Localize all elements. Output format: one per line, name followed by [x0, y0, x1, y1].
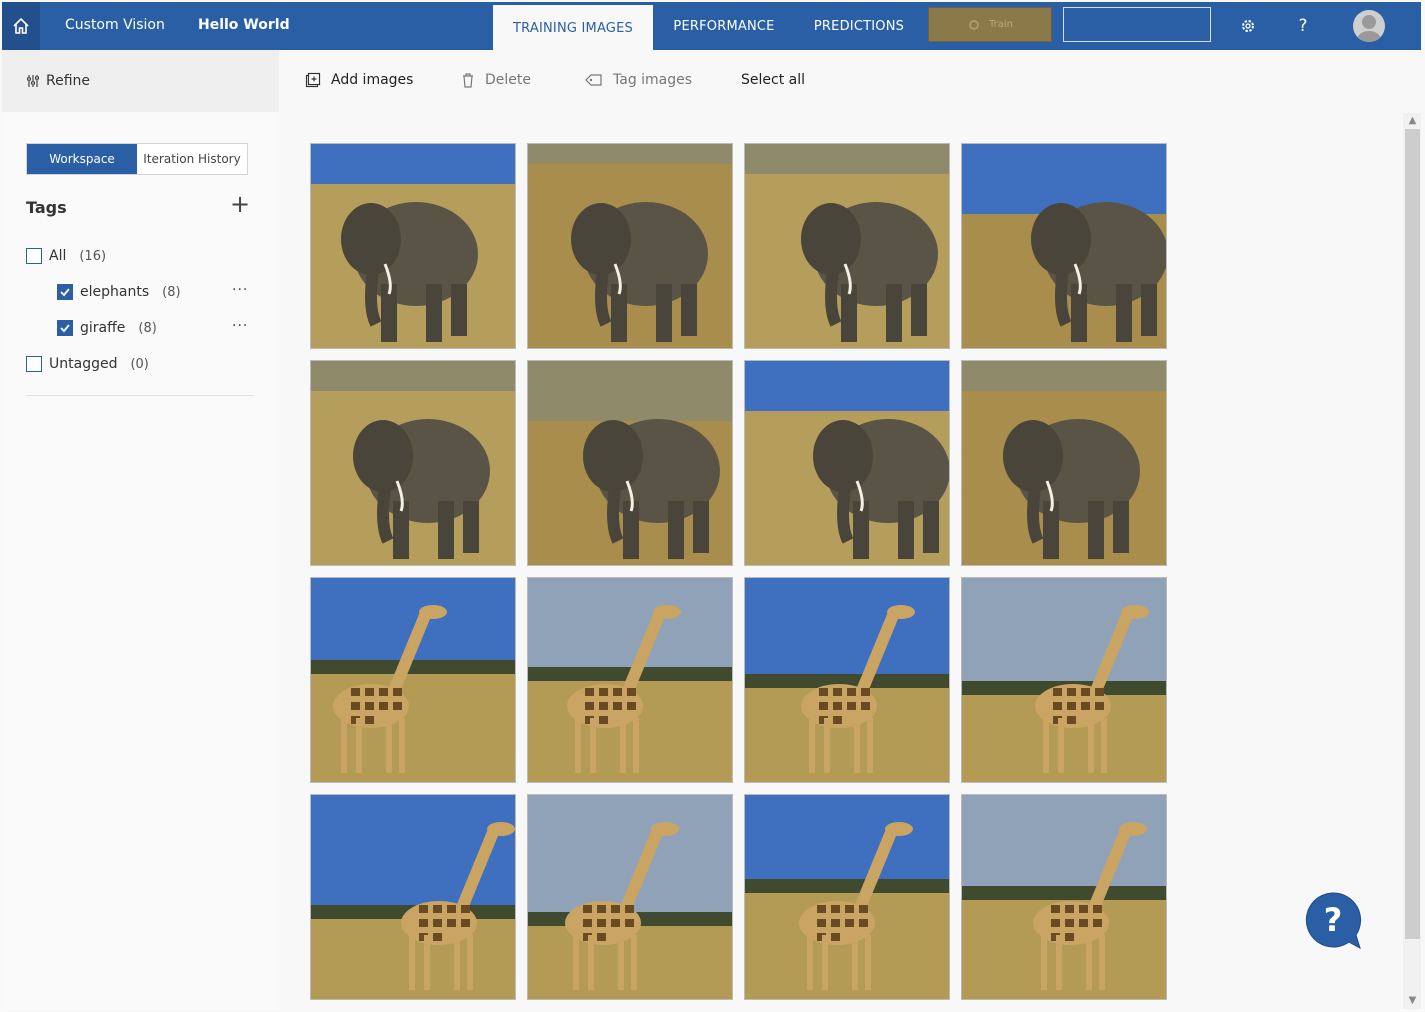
- help-button[interactable]: ?: [1291, 14, 1315, 38]
- refine-label: Refine: [46, 73, 91, 89]
- elephant-image-tile[interactable]: [961, 360, 1167, 566]
- workspace-tab[interactable]: Workspace: [27, 144, 137, 174]
- giraffe-image-tile[interactable]: [744, 577, 950, 783]
- tag-item-giraffe[interactable]: giraffe (8): [57, 320, 157, 336]
- checkbox[interactable]: [57, 320, 73, 336]
- elephant-image-tile[interactable]: [961, 143, 1167, 349]
- brand-link[interactable]: Custom Vision: [65, 17, 165, 33]
- delete-label: Delete: [485, 72, 531, 88]
- filter-sliders-icon: [27, 75, 39, 87]
- giraffe-image-tile[interactable]: [527, 577, 733, 783]
- sidebar: Workspace Iteration History Tags + All (…: [2, 112, 279, 1010]
- view-switcher: Workspace Iteration History: [26, 143, 248, 175]
- quick-test-button[interactable]: Quick Test: [1063, 7, 1211, 42]
- giraffe-image-tile[interactable]: [527, 794, 733, 1000]
- scrollbar-thumb[interactable]: [1405, 129, 1420, 939]
- giraffe-photo: [745, 795, 949, 999]
- elephant-image-tile[interactable]: [527, 360, 733, 566]
- elephant-photo: [745, 361, 949, 565]
- giraffe-photo: [528, 578, 732, 782]
- add-images-button[interactable]: Add images: [305, 72, 413, 88]
- help-icon: ?: [1298, 16, 1308, 36]
- quick-test-label: Quick Test: [1108, 18, 1166, 31]
- gear-icon: [1242, 20, 1254, 32]
- elephant-photo: [528, 361, 732, 565]
- train-button[interactable]: Train: [928, 7, 1052, 42]
- checkbox[interactable]: [26, 248, 42, 264]
- tag-item-untagged[interactable]: Untagged (0): [26, 356, 149, 372]
- help-bubble-icon: ?: [1305, 892, 1362, 950]
- checkmark-icon: [60, 324, 70, 333]
- elephant-image-tile[interactable]: [744, 360, 950, 566]
- tag-count: (0): [130, 356, 149, 372]
- elephant-image-tile[interactable]: [310, 143, 516, 349]
- checkmark-icon: [60, 288, 70, 297]
- checkbox[interactable]: [26, 356, 42, 372]
- elephant-photo: [745, 144, 949, 348]
- elephant-photo: [311, 361, 515, 565]
- home-icon: [13, 17, 29, 34]
- tag-count: (16): [79, 248, 107, 264]
- delete-button[interactable]: Delete: [461, 72, 531, 88]
- giraffe-photo: [745, 578, 949, 782]
- elephant-photo: [311, 144, 515, 348]
- tag-images-button[interactable]: Tag images: [585, 72, 692, 88]
- select-all-button[interactable]: Select all: [741, 72, 805, 88]
- scroll-up-arrow-icon[interactable]: ▲: [1405, 114, 1420, 128]
- person-icon: [1357, 15, 1381, 42]
- svg-text:?: ?: [1324, 901, 1343, 939]
- scroll-down-arrow-icon[interactable]: ▼: [1405, 994, 1420, 1008]
- plus-icon: +: [229, 190, 251, 218]
- tag-name: elephants: [80, 284, 150, 300]
- elephant-image-tile[interactable]: [527, 143, 733, 349]
- add-images-label: Add images: [331, 72, 414, 88]
- giraffe-image-tile[interactable]: [961, 794, 1167, 1000]
- elephant-image-tile[interactable]: [310, 360, 516, 566]
- settings-button[interactable]: [1236, 14, 1260, 38]
- select-all-label: Select all: [741, 72, 805, 88]
- tag-name: Untagged: [49, 356, 118, 372]
- elephant-photo: [528, 144, 732, 348]
- home-button[interactable]: [2, 2, 40, 50]
- giraffe-image-tile[interactable]: [310, 577, 516, 783]
- tab-training-images[interactable]: TRAINING IMAGES: [493, 5, 653, 51]
- giraffe-image-tile[interactable]: [310, 794, 516, 1000]
- giraffe-photo: [311, 795, 515, 999]
- top-bar: Custom Vision Hello World TRAINING IMAGE…: [2, 2, 1421, 51]
- tag-images-label: Tag images: [613, 72, 693, 88]
- refine-button[interactable]: Refine: [2, 50, 279, 112]
- tag-icon: [585, 74, 602, 86]
- tag-count: (8): [138, 320, 157, 336]
- user-avatar[interactable]: [1353, 10, 1385, 42]
- add-image-icon: [305, 72, 321, 88]
- tags-heading: Tags: [26, 198, 67, 217]
- elephant-photo: [962, 361, 1166, 565]
- giraffe-image-tile[interactable]: [961, 577, 1167, 783]
- gears-icon: [969, 19, 979, 30]
- elephant-image-tile[interactable]: [744, 143, 950, 349]
- checkbox[interactable]: [57, 284, 73, 300]
- tag-name: giraffe: [80, 320, 126, 336]
- tab-predictions[interactable]: PREDICTIONS: [805, 2, 913, 50]
- tag-item-elephants[interactable]: elephants (8): [57, 284, 181, 300]
- add-tag-button[interactable]: +: [229, 192, 251, 216]
- giraffe-photo: [311, 578, 515, 782]
- trash-icon: [463, 73, 473, 88]
- giraffe-photo: [962, 578, 1166, 782]
- tag-more-options-icon[interactable]: ···: [232, 282, 248, 298]
- iteration-history-tab[interactable]: Iteration History: [137, 144, 247, 174]
- tag-count: (8): [162, 284, 181, 300]
- tag-name: All: [49, 248, 67, 264]
- help-chat-button[interactable]: ?: [1304, 891, 1362, 950]
- tag-item-all[interactable]: All (16): [26, 248, 106, 264]
- divider: [26, 395, 254, 396]
- giraffe-photo: [528, 795, 732, 999]
- project-name[interactable]: Hello World: [198, 17, 290, 33]
- tab-performance[interactable]: PERFORMANCE: [665, 2, 783, 50]
- giraffe-image-tile[interactable]: [744, 794, 950, 1000]
- elephant-photo: [962, 144, 1166, 348]
- giraffe-photo: [962, 795, 1166, 999]
- tag-more-options-icon[interactable]: ···: [232, 318, 248, 334]
- train-label: Train: [989, 19, 1013, 30]
